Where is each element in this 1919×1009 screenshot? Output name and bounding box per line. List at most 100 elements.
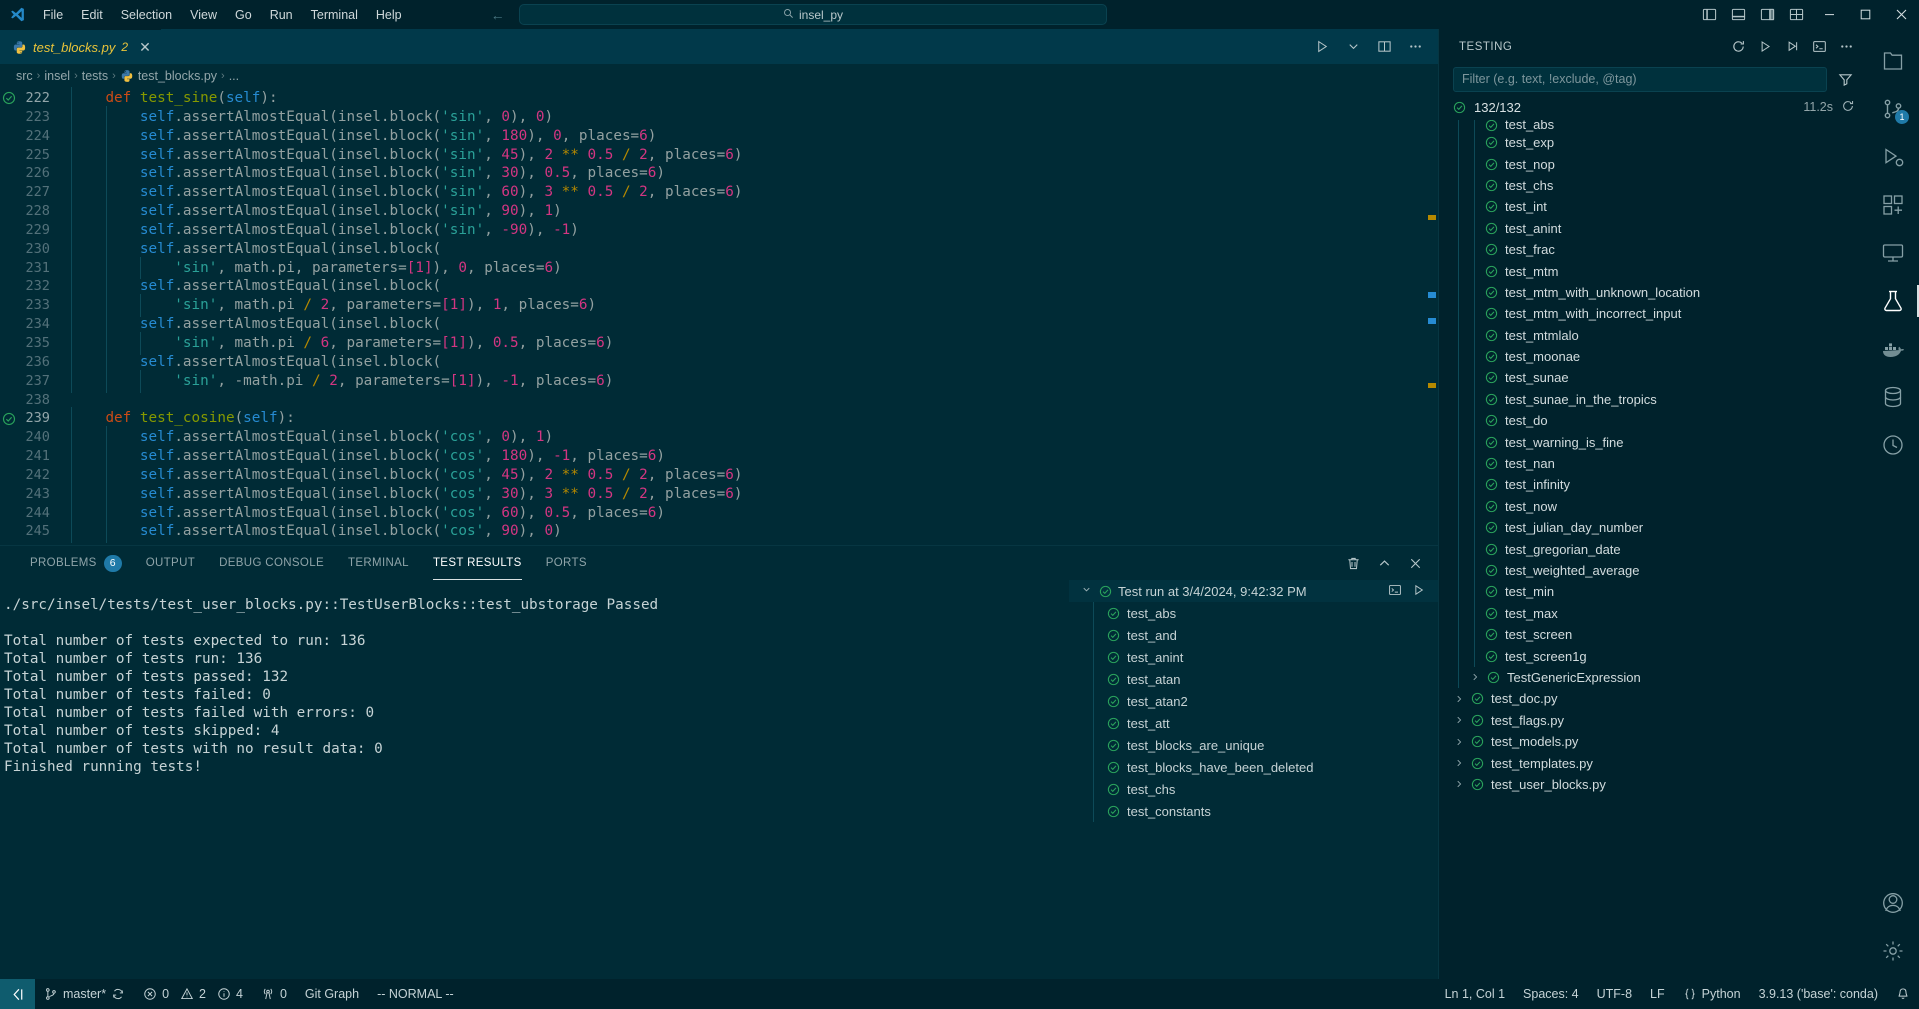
menu-item-terminal[interactable]: Terminal (302, 5, 367, 25)
breadcrumb-part[interactable]: tests (82, 69, 108, 83)
code-line[interactable]: 223 self.assertAlmostEqual(insel.block('… (0, 105, 1438, 129)
test-result-row[interactable]: test_abs (1069, 602, 1438, 624)
testing-tree-item[interactable]: test_exp (1439, 132, 1867, 154)
database-icon[interactable] (1867, 373, 1919, 421)
code-line[interactable]: 244 self.assertAlmostEqual(insel.block('… (0, 501, 1438, 525)
testing-tree-item[interactable]: test_sunae (1439, 367, 1867, 389)
overview-ruler[interactable] (1424, 87, 1438, 545)
code-line[interactable]: 222 def test_sine(self): (0, 87, 1438, 110)
test-result-row[interactable]: test_blocks_have_been_deleted (1069, 756, 1438, 778)
chevron-right-icon[interactable] (1453, 737, 1464, 747)
filter-icon[interactable] (1833, 72, 1857, 87)
clear-results-icon[interactable] (1339, 549, 1368, 578)
editor-tab-test-blocks[interactable]: test_blocks.py 2 ✕ (0, 29, 161, 64)
menu-item-selection[interactable]: Selection (112, 5, 181, 25)
encoding-status[interactable]: UTF-8 (1588, 979, 1641, 1009)
testing-tree-item[interactable]: test_warning_is_fine (1439, 431, 1867, 453)
menu-item-go[interactable]: Go (226, 5, 261, 25)
testing-tree-item[interactable]: test_now (1439, 495, 1867, 518)
test-result-row[interactable]: test_atan2 (1069, 690, 1438, 712)
breadcrumb-part[interactable]: test_blocks.py (138, 69, 217, 83)
chevron-right-icon[interactable] (1453, 758, 1464, 768)
testing-tree-item[interactable]: test_min (1439, 581, 1867, 603)
code-line[interactable]: 241 self.assertAlmostEqual(insel.block('… (0, 445, 1438, 468)
menu-item-run[interactable]: Run (261, 5, 302, 25)
cursor-position-status[interactable]: Ln 1, Col 1 (1436, 979, 1514, 1009)
menu-item-help[interactable]: Help (367, 5, 411, 25)
testing-tree-item[interactable]: test_weighted_average (1439, 559, 1867, 582)
toggle-secondary-sidebar-icon[interactable] (1753, 0, 1782, 29)
testing-tree-item[interactable]: test_julian_day_number (1439, 517, 1867, 539)
test-result-row[interactable]: test_chs (1069, 778, 1438, 800)
testing-tree-item[interactable]: TestGenericExpression (1439, 666, 1867, 689)
maximize-button[interactable] (1847, 0, 1883, 29)
code-line[interactable]: 231 'sin', math.pi, parameters=[1]), 0, … (0, 256, 1438, 280)
eol-status[interactable]: LF (1641, 979, 1674, 1009)
split-editor-icon[interactable] (1370, 32, 1399, 61)
explorer-icon[interactable] (1867, 37, 1919, 85)
testing-tree-item[interactable]: test_user_blocks.py (1439, 774, 1867, 795)
test-result-row[interactable]: test_atan (1069, 668, 1438, 690)
command-center[interactable]: insel_py (519, 4, 1107, 25)
code-line[interactable]: 234 self.assertAlmostEqual(insel.block( (0, 313, 1438, 336)
python-interpreter-status[interactable]: 3.9.13 ('base': conda) (1750, 979, 1887, 1009)
code-line[interactable]: 235 'sin', math.pi / 6, parameters=[1]),… (0, 331, 1438, 355)
test-passed-gutter-icon[interactable] (2, 412, 16, 426)
testing-tree-item[interactable]: test_screen (1439, 623, 1867, 646)
code-line[interactable]: 229 self.assertAlmostEqual(insel.block('… (0, 218, 1438, 242)
testing-tree-item[interactable]: test_flags.py (1439, 710, 1867, 731)
rerun-tests-icon[interactable] (1412, 583, 1426, 600)
testing-tree-item[interactable]: test_doc.py (1439, 688, 1867, 709)
menu-item-view[interactable]: View (181, 5, 226, 25)
panel-tab-problems[interactable]: PROBLEMS 6 (18, 546, 134, 580)
code-line[interactable]: 245 self.assertAlmostEqual(insel.block('… (0, 520, 1438, 544)
git-branch-status[interactable]: master* (35, 979, 134, 1009)
testing-tree-item[interactable]: test_models.py (1439, 731, 1867, 752)
testing-tree-item[interactable]: test_gregorian_date (1439, 538, 1867, 560)
minimize-button[interactable] (1811, 0, 1847, 29)
panel-tab-ports[interactable]: PORTS (534, 546, 599, 580)
refresh-tests-icon[interactable] (1725, 32, 1751, 61)
panel-tab-terminal[interactable]: TERMINAL (336, 546, 421, 580)
code-line[interactable]: 227 self.assertAlmostEqual(insel.block('… (0, 181, 1438, 205)
chevron-down-icon[interactable] (1081, 584, 1093, 598)
code-editor[interactable]: 222 def test_sine(self): 223 self.assertA… (0, 87, 1438, 545)
remote-window-icon[interactable] (0, 979, 35, 1009)
notifications-bell-icon[interactable] (1887, 979, 1919, 1009)
chevron-right-icon[interactable] (1453, 779, 1464, 789)
testing-filter-input[interactable]: Filter (e.g. text, !exclude, @tag) (1453, 66, 1827, 92)
testing-tree-item[interactable]: test_abs (1439, 120, 1867, 132)
code-line[interactable]: 228 self.assertAlmostEqual(insel.block('… (0, 200, 1438, 223)
testing-tree-item[interactable]: test_sunae_in_the_tropics (1439, 388, 1867, 411)
testing-tree-item[interactable]: test_mtm (1439, 260, 1867, 282)
close-window-button[interactable] (1883, 0, 1919, 29)
run-python-file-icon[interactable] (1308, 32, 1337, 61)
test-result-row[interactable]: test_anint (1069, 646, 1438, 668)
code-line[interactable]: 226 self.assertAlmostEqual(insel.block('… (0, 162, 1438, 186)
testing-tree-item[interactable]: test_screen1g (1439, 645, 1867, 667)
go-back-icon[interactable]: ← (491, 8, 505, 22)
menu-item-file[interactable]: File (34, 5, 72, 25)
code-line[interactable]: 238 (0, 391, 1438, 410)
testing-tree-item[interactable]: test_chs (1439, 174, 1867, 197)
testing-tree-item[interactable]: test_int (1439, 196, 1867, 218)
maximize-panel-icon[interactable] (1370, 549, 1399, 578)
extensions-icon[interactable] (1867, 181, 1919, 229)
chevron-right-icon[interactable] (1453, 694, 1464, 704)
code-line[interactable]: 237 'sin', -math.pi / 2, parameters=[1])… (0, 369, 1438, 393)
code-line[interactable]: 224 self.assertAlmostEqual(insel.block('… (0, 124, 1438, 148)
code-line[interactable]: 233 'sin', math.pi / 2, parameters=[1]),… (0, 294, 1438, 318)
code-line[interactable]: 239 def test_cosine(self): (0, 407, 1438, 431)
toggle-panel-icon[interactable] (1724, 0, 1753, 29)
show-output-icon[interactable] (1388, 583, 1402, 600)
accounts-icon[interactable] (1867, 879, 1919, 927)
breadcrumb-part[interactable]: src (16, 69, 33, 83)
show-output-panel-icon[interactable] (1806, 32, 1832, 61)
testing-tree-item[interactable]: test_moonae (1439, 345, 1867, 368)
more-actions-icon[interactable] (1401, 32, 1430, 61)
docker-icon[interactable] (1867, 325, 1919, 373)
test-result-row[interactable]: test_att (1069, 712, 1438, 734)
run-all-tests-icon[interactable] (1752, 32, 1778, 61)
sync-icon[interactable] (111, 987, 125, 1001)
run-dropdown-chevron-icon[interactable] (1339, 32, 1368, 61)
